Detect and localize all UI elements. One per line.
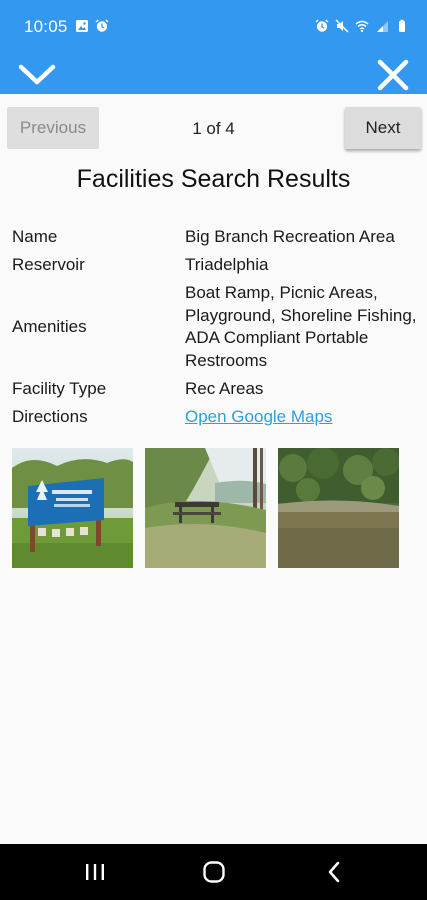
photo-reservoir-shoreline[interactable]	[278, 448, 399, 568]
close-icon	[377, 59, 409, 91]
recent-apps-icon	[86, 864, 104, 880]
back-button[interactable]	[304, 844, 364, 900]
photo-gallery	[12, 448, 399, 568]
status-right-icons	[315, 19, 409, 33]
name-value: Big Branch Recreation Area	[185, 227, 395, 246]
amenities-value: Boat Ramp, Picnic Areas, Playground, Sho…	[185, 283, 417, 370]
reservoir-value: Triadelphia	[185, 255, 269, 274]
signal-icon	[377, 21, 388, 32]
page-title: Facilities Search Results	[76, 165, 351, 193]
detail-row-directions: Directions Open Google Maps	[12, 406, 424, 428]
image-icon	[76, 20, 88, 32]
status-bar: 10:05	[0, 0, 427, 56]
photo-entrance-sign[interactable]	[12, 448, 133, 568]
previous-button[interactable]: Previous	[7, 107, 99, 149]
back-icon	[328, 861, 340, 883]
name-label: Name	[12, 227, 58, 246]
open-google-maps-link[interactable]: Open Google Maps	[185, 407, 332, 426]
detail-row-reservoir: Reservoir Triadelphia	[12, 254, 424, 276]
system-nav-bar	[0, 844, 427, 900]
close-button[interactable]	[371, 56, 415, 94]
photo-picnic-table[interactable]	[145, 448, 266, 568]
next-button[interactable]: Next	[345, 107, 421, 149]
facility-type-value: Rec Areas	[185, 379, 264, 398]
alarm-icon	[315, 19, 329, 32]
toolbar	[0, 56, 427, 94]
detail-row-name: Name Big Branch Recreation Area	[12, 226, 424, 248]
detail-row-amenities: Amenities Boat Ramp, Picnic Areas, Playg…	[12, 282, 424, 372]
detail-row-facility-type: Facility Type Rec Areas	[12, 378, 424, 400]
status-time: 10:05	[24, 17, 68, 36]
reservoir-label: Reservoir	[12, 255, 85, 274]
mute-icon	[335, 19, 349, 33]
recent-apps-button[interactable]	[65, 844, 125, 900]
facility-type-label: Facility Type	[12, 379, 107, 398]
home-icon	[203, 861, 225, 883]
status-left-icons	[75, 19, 109, 33]
pager: Previous 1 of 4 Next	[0, 94, 427, 164]
collapse-button[interactable]	[15, 56, 59, 94]
battery-icon	[399, 19, 405, 32]
directions-label: Directions	[12, 407, 88, 426]
facility-details: Name Big Branch Recreation Area Reservoi…	[12, 226, 424, 434]
chevron-down-icon	[18, 64, 56, 85]
home-button[interactable]	[184, 844, 244, 900]
amenities-label: Amenities	[12, 317, 87, 336]
wifi-icon	[355, 20, 369, 33]
alarm-icon	[95, 19, 109, 32]
